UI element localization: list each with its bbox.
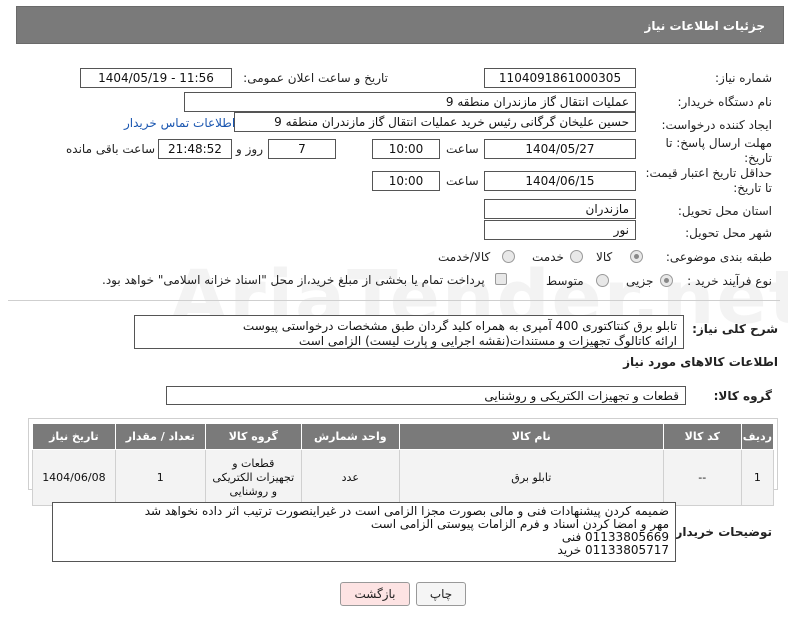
goods-group-label: گروه کالا: [713, 389, 772, 403]
cell-qty: 1 [114, 449, 206, 506]
col-date: تاریخ نیاز [32, 423, 116, 450]
days-field: 7 [268, 139, 336, 159]
validity-date-field: 1404/06/15 [484, 171, 636, 191]
cell-code: -- [662, 449, 742, 506]
print-button[interactable]: چاپ [416, 582, 466, 606]
announce-label: تاریخ و ساعت اعلان عمومی: [243, 71, 388, 85]
notes-label: توضیحات خریدار: [670, 525, 772, 539]
announce-field: 1404/05/19 - 11:56 [80, 68, 232, 88]
need-number-label: شماره نیاز: [715, 71, 772, 85]
days-label: روز و [236, 142, 263, 156]
creator-field: حسین علیخان گرگانی رئیس خرید عملیات انتق… [234, 112, 636, 132]
summary-textarea[interactable]: تابلو برق کنتاکتوری 400 آمپری به همراه ک… [134, 315, 684, 349]
back-button[interactable]: بازگشت [340, 582, 410, 606]
deadline-label: مهلت ارسال پاسخ: تا تاریخ: [665, 136, 772, 165]
city-label: شهر محل تحویل: [685, 226, 772, 240]
process-radio-minor[interactable] [660, 274, 673, 287]
page: AriaTender.net جزئیات اطلاعات نیاز شماره… [0, 0, 788, 619]
cell-unit: عدد [300, 449, 400, 506]
cell-date: 1404/06/08 [32, 449, 116, 506]
category-radio-goods[interactable] [630, 250, 643, 263]
remaining-label: ساعت باقی مانده [66, 142, 156, 156]
city-field: نور [484, 220, 636, 240]
treasury-note: پرداخت تمام یا بخشی از مبلغ خرید،از محل … [102, 273, 485, 287]
cell-group: قطعات و تجهیزات الکتریکی و روشنایی [204, 449, 302, 506]
category-option-goods-service: کالا/خدمت [438, 250, 491, 264]
contact-buyer-link[interactable]: اطلاعات تماس خریدار [124, 116, 235, 130]
col-group: گروه کالا [204, 423, 302, 450]
goods-section-title: اطلاعات کالاهای مورد نیاز [623, 355, 778, 369]
category-option-goods: کالا [596, 250, 613, 264]
process-label: نوع فرآیند خرید : [687, 274, 772, 288]
col-qty: تعداد / مقدار [114, 423, 206, 450]
process-option-minor: جزیی [626, 274, 654, 288]
need-number-field: 1104091861000305 [484, 68, 636, 88]
divider [8, 300, 780, 301]
deadline-time-field: 10:00 [372, 139, 440, 159]
cell-name: تابلو برق [398, 449, 664, 506]
page-header: جزئیات اطلاعات نیاز [16, 6, 784, 44]
deadline-time-label: ساعت [446, 142, 479, 156]
goods-group-field: قطعات و تجهیزات الکتریکی و روشنایی [166, 386, 686, 405]
notes-textarea[interactable]: ضمیمه کردن پیشنهادات فنی و مالی بصورت مج… [52, 502, 676, 562]
col-row: ردیف [740, 423, 775, 450]
category-label: طبقه بندی موضوعی: [665, 250, 772, 264]
remaining-field: 21:48:52 [158, 139, 232, 159]
process-radio-medium[interactable] [596, 274, 609, 287]
buyer-org-field: عملیات انتقال گاز مازندران منطقه 9 [184, 92, 636, 112]
summary-label: شرح کلی نیاز: [692, 322, 778, 336]
validity-label: حداقل تاریخ اعتبار قیمت: تا تاریخ: [645, 166, 772, 195]
treasury-checkbox[interactable] [495, 273, 507, 285]
category-radio-service[interactable] [570, 250, 583, 263]
table-row: 1 -- تابلو برق عدد قطعات و تجهیزات الکتر… [32, 449, 775, 506]
province-label: استان محل تحویل: [677, 204, 772, 218]
creator-label: ایجاد کننده درخواست: [661, 118, 772, 132]
validity-time-field: 10:00 [372, 171, 440, 191]
summary-line-2: ارائه کاتالوگ تجهیزات و مستندات(نقشه اجر… [298, 334, 677, 348]
items-table-header: ردیف کد کالا نام کالا واحد شمارش گروه کا… [32, 423, 775, 450]
province-field: مازندران [484, 199, 636, 219]
cell-row: 1 [740, 449, 775, 506]
notes-line-4: 01133805717 خرید [557, 543, 669, 557]
buyer-org-label: نام دستگاه خریدار: [677, 95, 773, 109]
validity-time-label: ساعت [446, 174, 479, 188]
category-option-service: خدمت [532, 250, 564, 264]
deadline-date-field: 1404/05/27 [484, 139, 636, 159]
summary-line-1: تابلو برق کنتاکتوری 400 آمپری به همراه ک… [242, 319, 677, 333]
category-radio-goods-service[interactable] [502, 250, 515, 263]
col-unit: واحد شمارش [300, 423, 400, 450]
col-name: نام کالا [398, 423, 664, 450]
col-code: کد کالا [662, 423, 742, 450]
page-title: جزئیات اطلاعات نیاز [644, 19, 765, 33]
items-table: ردیف کد کالا نام کالا واحد شمارش گروه کا… [32, 423, 775, 506]
process-option-medium: متوسط [546, 274, 584, 288]
